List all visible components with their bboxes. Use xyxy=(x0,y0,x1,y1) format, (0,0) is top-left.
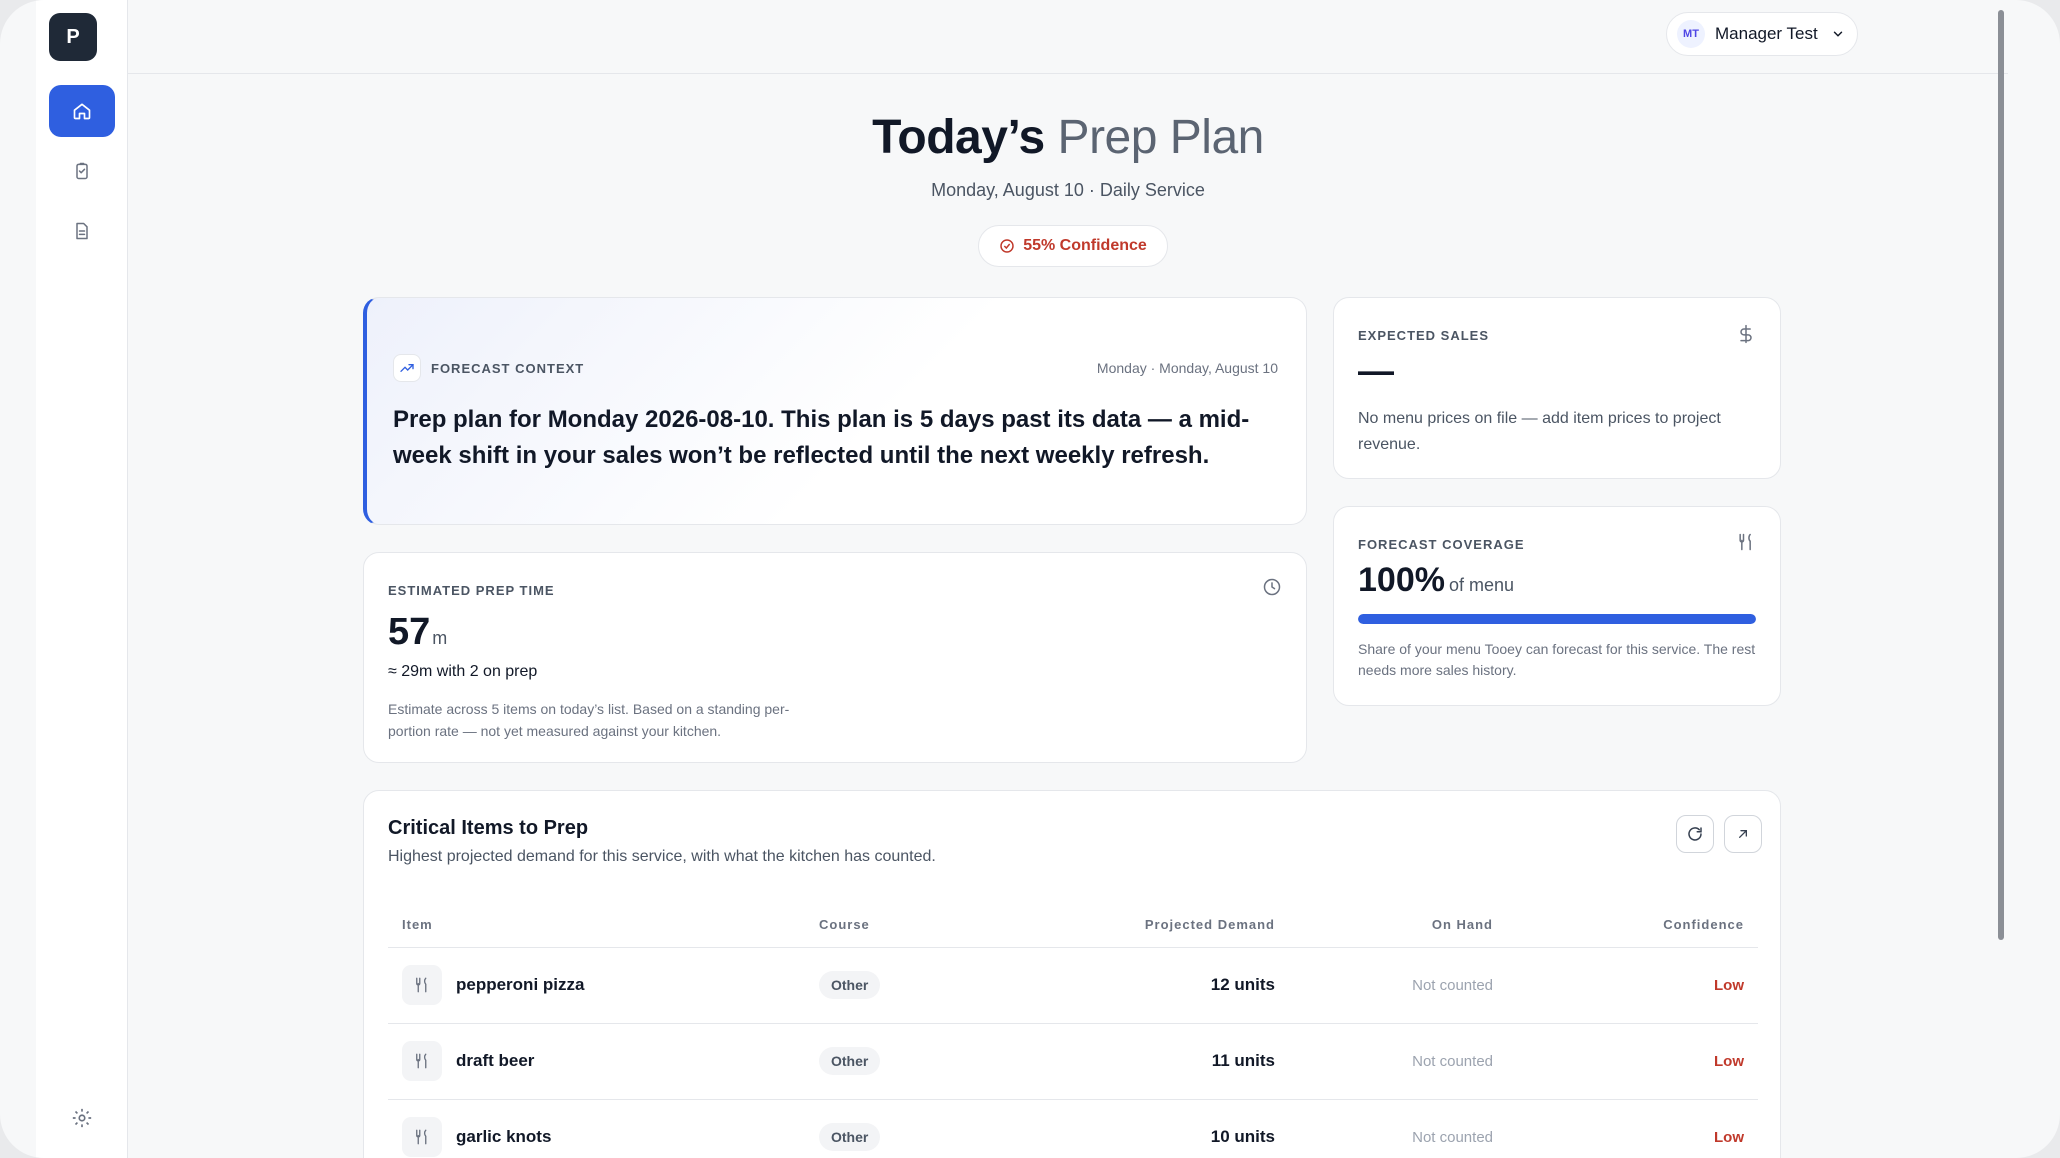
forecast-coverage-card: Forecast Coverage 100% of menu Share of y… xyxy=(1333,506,1781,706)
refresh-icon xyxy=(1688,827,1702,841)
forecast-coverage-note: Share of your menu Tooey can forecast fo… xyxy=(1358,641,1756,678)
coverage-progress-fill xyxy=(1358,614,1756,624)
confidence-label: 55% Confidence xyxy=(1023,237,1147,254)
item-name: pepperoni pizza xyxy=(456,975,585,994)
prep-time-note: Estimate across 5 items on today’s list.… xyxy=(388,701,790,739)
projected-demand: 12 units xyxy=(1210,975,1275,994)
chevron-down-icon xyxy=(1833,31,1843,37)
clock-icon xyxy=(1262,577,1282,602)
expected-sales-label: Expected Sales xyxy=(1358,328,1490,343)
utensils-icon xyxy=(1736,531,1756,558)
course-badge: Other xyxy=(819,971,881,999)
expand-button[interactable] xyxy=(1724,815,1762,853)
clipboard-check-icon xyxy=(76,162,88,180)
column-header-item: Item xyxy=(388,903,819,948)
dollar-icon xyxy=(1736,322,1756,351)
check-circle-icon xyxy=(1000,239,1014,253)
on-hand: Not counted xyxy=(1412,1129,1493,1146)
arrow-up-right-icon xyxy=(1739,830,1747,838)
prep-time-value: 57 m xyxy=(388,611,448,653)
confidence-value: Low xyxy=(1714,977,1744,994)
expected-sales-value: — xyxy=(1358,350,1394,391)
app-logo[interactable]: P xyxy=(49,13,97,61)
page-title-light: Prep Plan xyxy=(1057,111,1265,164)
confidence-badge: 55% Confidence xyxy=(978,225,1168,267)
confidence-value: Low xyxy=(1714,1053,1744,1070)
gear-icon xyxy=(72,1108,92,1128)
prep-time-sub: ≈ 29m with 2 on prep xyxy=(388,663,538,680)
utensils-icon xyxy=(402,1117,442,1157)
sidebar-item-checklist[interactable] xyxy=(49,145,115,197)
sidebar: P xyxy=(36,0,128,1158)
app-window: P MT Manager Test Today’s Prep Plan Mond… xyxy=(0,0,2060,1158)
prep-time-card: Estimated Prep Time 57 m ≈ 29m with 2 on … xyxy=(363,552,1307,763)
forecast-context-date: Monday · Monday, August 10 xyxy=(1096,360,1278,376)
home-icon xyxy=(73,103,91,120)
column-header-course: Course xyxy=(819,903,1059,948)
page-title: Today’s Prep Plan xyxy=(128,110,2008,165)
critical-items-title: Critical Items to Prep xyxy=(388,817,589,839)
item-name: garlic knots xyxy=(456,1127,552,1146)
document-icon xyxy=(76,222,88,240)
settings-button[interactable] xyxy=(36,1098,128,1138)
trend-icon xyxy=(393,354,421,382)
table-header-row: Item Course Projected Demand On Hand Con… xyxy=(388,903,1758,948)
item-name: draft beer xyxy=(456,1051,535,1070)
refresh-button[interactable] xyxy=(1676,815,1714,853)
confidence-value: Low xyxy=(1714,1129,1744,1146)
forecast-context-label: Forecast Context xyxy=(431,360,585,376)
main-content: MT Manager Test Today’s Prep Plan Monday… xyxy=(128,0,2008,1158)
projected-demand: 10 units xyxy=(1210,1127,1275,1146)
avatar: MT xyxy=(1677,20,1705,48)
critical-items-card: Critical Items to Prep Highest projected… xyxy=(363,790,1781,1158)
projected-demand: 11 units xyxy=(1211,1051,1275,1070)
critical-items-subtitle: Highest projected demand for this servic… xyxy=(388,848,936,865)
table-row[interactable]: draft beer Other 11 units Not counted Lo… xyxy=(388,1023,1758,1100)
coverage-progress-bar xyxy=(1358,614,1756,624)
on-hand: Not counted xyxy=(1412,1053,1493,1070)
user-menu-button[interactable]: MT Manager Test xyxy=(1666,12,1858,56)
prep-time-label: Estimated Prep Time xyxy=(388,583,555,598)
utensils-icon xyxy=(402,965,442,1005)
table-row[interactable]: pepperoni pizza Other 12 units Not count… xyxy=(388,947,1758,1024)
page-title-bold: Today’s xyxy=(872,111,1045,164)
table-row[interactable]: garlic knots Other 10 units Not counted … xyxy=(388,1099,1758,1158)
critical-items-table: Item Course Projected Demand On Hand Con… xyxy=(388,903,1758,1158)
sidebar-item-home[interactable] xyxy=(49,85,115,137)
page-subtitle: Monday, August 10 · Daily Service xyxy=(931,180,1205,200)
forecast-coverage-value: 100% of menu xyxy=(1358,561,1515,599)
on-hand: Not counted xyxy=(1412,977,1493,994)
sidebar-item-documents[interactable] xyxy=(49,205,115,257)
column-header-confidence: Confidence xyxy=(1493,903,1758,948)
expected-sales-card: Expected Sales — No menu prices on file … xyxy=(1333,297,1781,479)
column-header-demand: Projected Demand xyxy=(1059,903,1275,948)
forecast-context-card: Forecast Context Monday · Monday, August… xyxy=(363,297,1307,525)
forecast-coverage-label: Forecast Coverage xyxy=(1358,537,1525,552)
expected-sales-note: No menu prices on file — add item prices… xyxy=(1358,410,1721,453)
user-name: Manager Test xyxy=(1715,24,1818,43)
column-header-on-hand: On Hand xyxy=(1275,903,1493,948)
course-badge: Other xyxy=(819,1047,881,1075)
course-badge: Other xyxy=(819,1123,881,1151)
top-bar: MT Manager Test xyxy=(128,0,2008,74)
forecast-context-text: Prep plan for Monday 2026-08-10. This pl… xyxy=(393,406,1250,469)
utensils-icon xyxy=(402,1041,442,1081)
